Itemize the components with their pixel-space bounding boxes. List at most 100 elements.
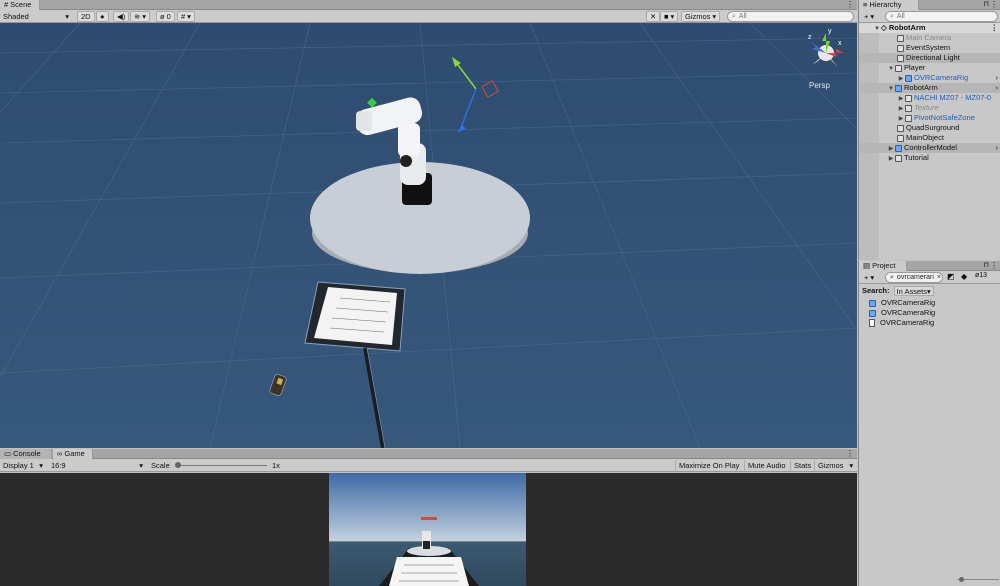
scale-label: Scale	[151, 461, 170, 470]
hierarchy-root-row[interactable]: ▼◇ RobotArm ⋮	[859, 23, 1000, 33]
chevron-down-icon: ▾	[187, 12, 191, 21]
filter-type-icon[interactable]: ◩	[947, 272, 955, 281]
search-scope-dropdown[interactable]: In Assets▾	[893, 286, 934, 296]
hierarchy-item-pivotnotsafezone[interactable]: ▶ PivotNotSafeZone	[859, 113, 1000, 123]
hierarchy-item-directional-light[interactable]: Directional Light	[859, 53, 1000, 63]
gizmos-dropdown[interactable]: Gizmos ▾	[681, 11, 721, 22]
kebab-menu-icon[interactable]: ⋮	[990, 0, 998, 9]
game-view[interactable]	[329, 473, 526, 586]
prefab-icon	[869, 309, 876, 317]
scale-value: 1x	[272, 461, 280, 470]
game-gizmos-dropdown[interactable]: Gizmos ▾	[814, 460, 856, 471]
hidden-packages-count: 13	[979, 272, 988, 279]
create-dropdown[interactable]: + ▾	[861, 11, 877, 22]
search-icon: ⌕	[890, 274, 894, 281]
hierarchy-item-tutorial[interactable]: ▶ Tutorial	[859, 153, 1000, 163]
hierarchy-item-label: Directional Light	[906, 53, 960, 62]
mute-audio-toggle[interactable]: Mute Audio	[744, 460, 789, 471]
hierarchy-root-label: RobotArm	[888, 23, 926, 32]
maximize-label: Maximize On Play	[679, 461, 740, 470]
hierarchy-item-label: Tutorial	[904, 153, 929, 162]
wrench-icon: ✕	[650, 12, 657, 21]
hierarchy-item-main-camera[interactable]: Main Camera	[859, 33, 1000, 43]
scene-search-input[interactable]: ⌕ All	[727, 11, 854, 22]
chevron-right-icon[interactable]: ›	[996, 73, 999, 83]
hidden-packages-icon[interactable]: ø13	[975, 272, 987, 279]
project-search-input[interactable]: ⌕ ovrcamerari ×	[885, 272, 943, 283]
icon-size-slider[interactable]	[957, 577, 999, 582]
aspect-dropdown[interactable]: 16:9 ▾	[48, 460, 146, 471]
game-tabbar: ▭ Console ∞ Game ⋮	[0, 449, 857, 459]
hierarchy-item-controllermodel[interactable]: ▶ ControllerModel ›	[859, 143, 1000, 153]
kebab-menu-icon[interactable]: ⋮	[846, 0, 854, 9]
filter-label-icon[interactable]: ◆	[961, 272, 967, 281]
project-result-item[interactable]: OVRCameraRig	[869, 308, 935, 318]
scene-tabbar: # Scene ⋮	[0, 0, 857, 10]
hierarchy-item-label: MainObject	[906, 133, 944, 142]
kebab-menu-icon[interactable]: ⋮	[991, 23, 999, 33]
kebab-menu-icon[interactable]: ⋮	[990, 261, 998, 270]
hierarchy-item-label: Main Camera	[906, 33, 952, 42]
hierarchy-item-nachi[interactable]: ▶ NACHI MZ07 - MZ07-0	[859, 93, 1000, 103]
hierarchy-item-mainobject[interactable]: MainObject	[859, 133, 1000, 143]
collapse-icon[interactable]: ▶	[887, 154, 895, 164]
persp-label[interactable]: Persp	[809, 81, 830, 90]
tab-game[interactable]: ∞ Game	[53, 449, 93, 459]
audio-toggle[interactable]: ◀)	[113, 11, 130, 22]
maximize-on-play-toggle[interactable]: Maximize On Play	[675, 460, 742, 471]
chevron-right-icon[interactable]: ›	[996, 143, 999, 153]
hierarchy-search-input[interactable]: ⌕ All	[885, 11, 998, 22]
stats-label: Stats	[794, 461, 812, 470]
hierarchy-item-player[interactable]: ▼ Player	[859, 63, 1000, 73]
gameobject-icon	[895, 64, 902, 72]
game-gizmos-label: Gizmos	[818, 461, 844, 470]
scene-tab-label: Scene	[10, 0, 32, 9]
project-result-item[interactable]: OVRCameraRig	[869, 318, 934, 328]
tab-hierarchy[interactable]: ≡ Hierarchy	[859, 0, 919, 10]
hierarchy-tabbar: ≡ Hierarchy ⊓ ⋮	[859, 0, 1000, 10]
kebab-menu-icon[interactable]: ⋮	[846, 449, 854, 458]
toggle-2d-button[interactable]: 2D	[77, 11, 95, 22]
tab-console[interactable]: ▭ Console	[0, 449, 52, 459]
create-dropdown[interactable]: + ▾	[861, 272, 877, 283]
slider-thumb[interactable]	[959, 577, 964, 582]
lighting-toggle[interactable]: ●	[96, 11, 109, 22]
eye-slash-icon: ø	[160, 12, 165, 21]
scene-viewport[interactable]: x z y Persp	[0, 23, 857, 448]
clear-icon[interactable]: ×	[937, 273, 941, 282]
search-scope-label: Search:	[862, 286, 890, 295]
grid-dropdown[interactable]: # ▾	[177, 11, 195, 22]
hierarchy-item-texture[interactable]: ▶ Texture	[859, 103, 1000, 113]
hidden-objects-toggle[interactable]: ø0	[156, 11, 175, 22]
shading-dropdown[interactable]: Shaded ▾	[0, 11, 72, 22]
aspect-label: 16:9	[51, 461, 66, 470]
gamepad-icon: ∞	[57, 449, 63, 458]
camera-dropdown[interactable]: ■ ▾	[660, 11, 679, 22]
search-scope-value: In Assets	[896, 287, 927, 296]
chevron-down-icon: ▾	[65, 12, 69, 21]
tab-scene[interactable]: # Scene	[0, 0, 40, 10]
chevron-down-icon: ▾	[142, 12, 147, 21]
slider-thumb[interactable]	[175, 462, 181, 468]
lock-icon[interactable]: ⊓	[984, 261, 989, 269]
hierarchy-item-robotarm[interactable]: ▼ RobotArm ›	[859, 83, 1000, 93]
tab-project[interactable]: ▤ Project	[859, 261, 907, 271]
hidden-count: 0	[166, 12, 171, 21]
lock-icon[interactable]: ⊓	[984, 0, 989, 8]
chevron-right-icon[interactable]: ›	[996, 83, 999, 93]
scale-slider[interactable]	[175, 462, 267, 468]
project-result-item[interactable]: OVRCameraRig	[869, 298, 935, 308]
hierarchy-item-eventsystem[interactable]: EventSystem	[859, 43, 1000, 53]
effects-dropdown[interactable]: ≋ ▾	[130, 11, 151, 22]
stats-toggle[interactable]: Stats	[790, 460, 814, 471]
hierarchy-item-label: Player	[904, 63, 926, 72]
tools-button[interactable]: ✕	[646, 11, 661, 22]
svg-text:x: x	[838, 40, 842, 47]
project-toolbar: + ▾ ⌕ ovrcamerari × ◩ ◆ ø13	[859, 271, 1000, 284]
hierarchy-item-ovrcamerarig[interactable]: ▶ OVRCameraRig ›	[859, 73, 1000, 83]
display-dropdown[interactable]: Display 1 ▾	[0, 460, 46, 471]
collapse-icon[interactable]: ▶	[897, 94, 905, 103]
hierarchy-item-quadsurground[interactable]: QuadSurground	[859, 123, 1000, 133]
search-scope-bar: Search: In Assets▾	[859, 285, 1000, 296]
scene-unity-icon: ◇	[881, 23, 887, 32]
